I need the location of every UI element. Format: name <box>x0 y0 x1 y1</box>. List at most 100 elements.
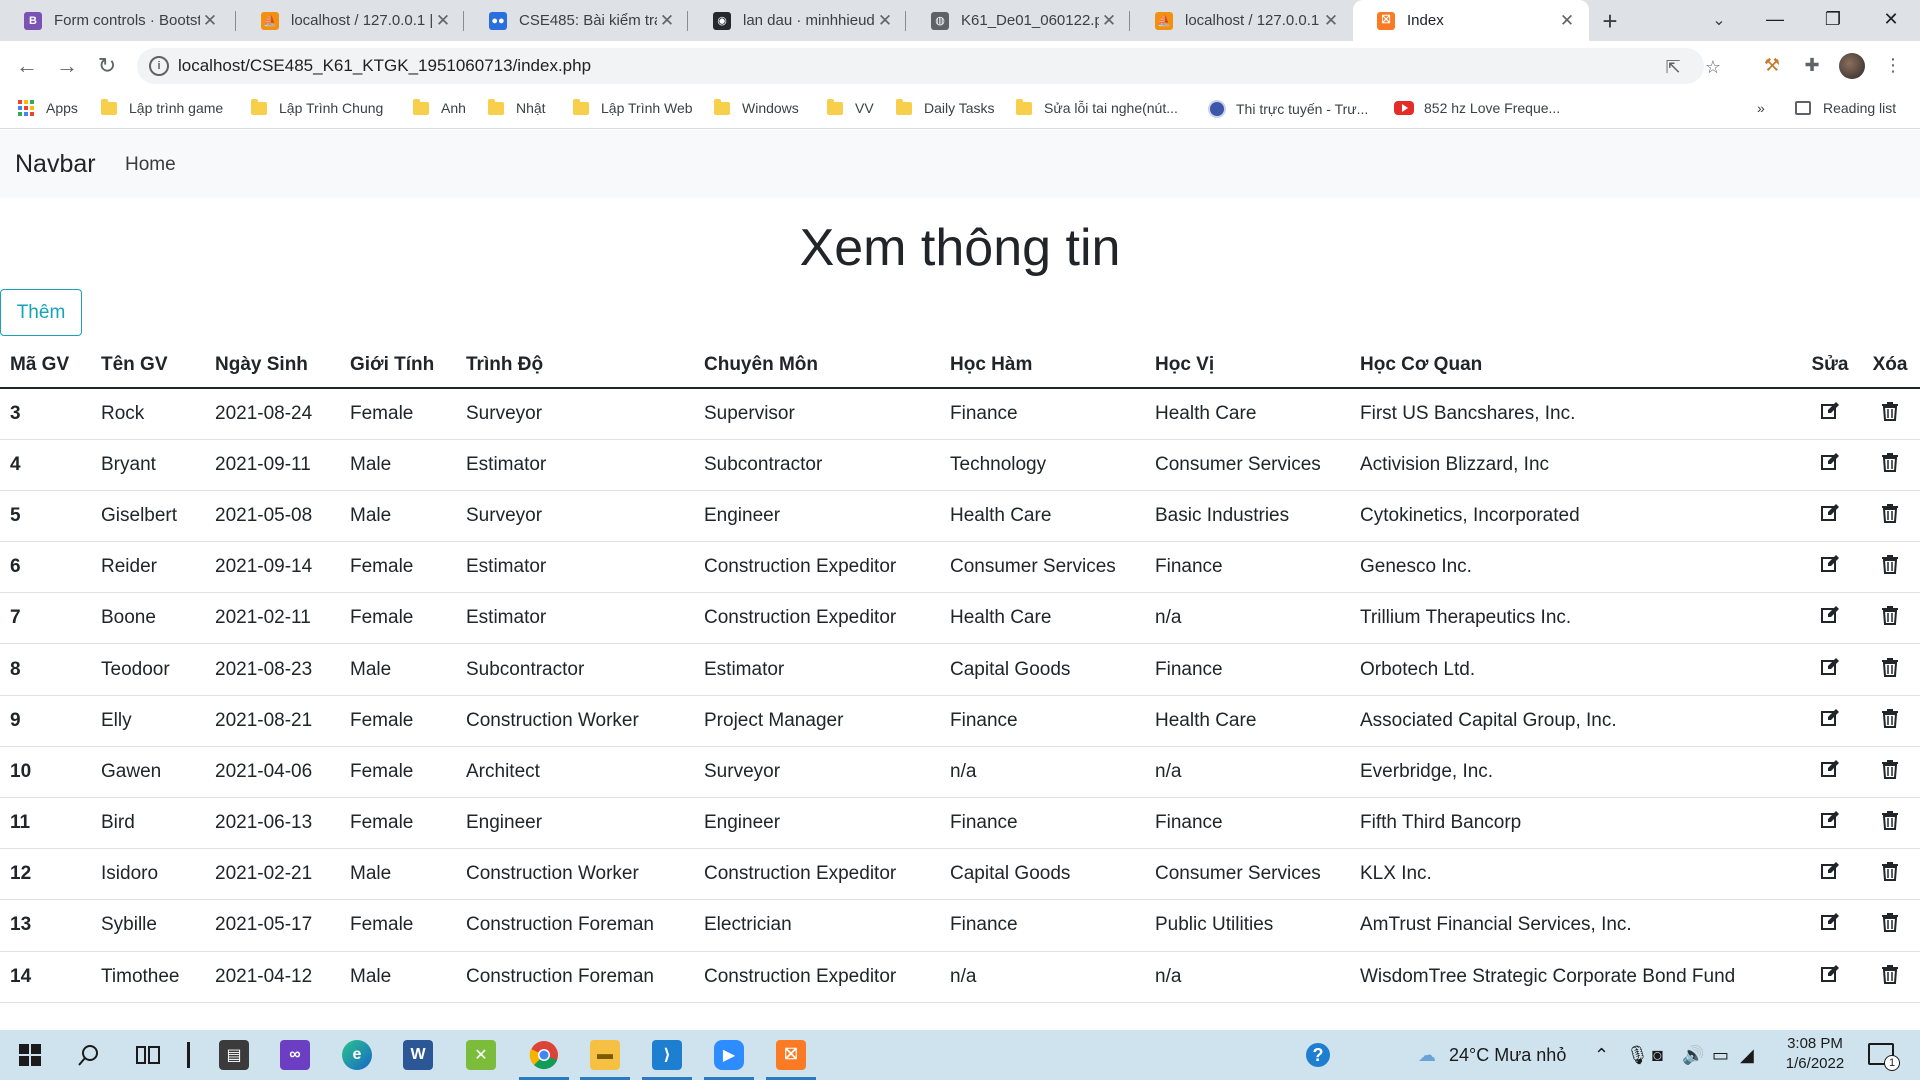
start-icon[interactable] <box>1 1030 59 1080</box>
profile-avatar[interactable] <box>1839 53 1865 79</box>
battery-icon[interactable]: ▭ <box>1712 1045 1729 1066</box>
table-cell: 13 <box>0 899 91 952</box>
bookmark-item[interactable]: Apps <box>18 100 78 116</box>
bookmark-item[interactable]: Windows <box>714 98 799 116</box>
table-cell: 2021-08-23 <box>205 643 340 696</box>
windows-taskbar: ▤ ∞ e W ✕ ▬ ⟩ ▶ ⛝ ? ☁ 24°C Mưa nhỏ ⌃ 🎙 ◙… <box>0 1030 1920 1080</box>
bookmark-item[interactable]: 852 hz Love Freque... <box>1394 100 1560 116</box>
help-icon[interactable]: ? <box>1306 1043 1330 1067</box>
xcode-icon[interactable]: ✕ <box>452 1030 510 1080</box>
edit-icon[interactable] <box>1820 452 1840 472</box>
file-explorer-icon[interactable]: ▬ <box>576 1030 634 1080</box>
zoom-icon[interactable]: ▶ <box>700 1030 758 1080</box>
word-icon[interactable]: W <box>389 1030 447 1080</box>
trash-icon[interactable] <box>1880 708 1900 728</box>
table-cell: Male <box>340 848 456 901</box>
trash-icon[interactable] <box>1880 759 1900 779</box>
trash-icon[interactable] <box>1880 657 1900 677</box>
trash-icon[interactable] <box>1880 452 1900 472</box>
notification-center-icon[interactable]: 1 <box>1868 1043 1900 1071</box>
tab-search-icon[interactable]: ⌄ <box>1704 6 1734 36</box>
edit-icon[interactable] <box>1820 708 1840 728</box>
bookmark-item[interactable]: VV <box>827 98 874 116</box>
reading-list-button[interactable]: Reading list <box>1795 100 1896 116</box>
edit-icon[interactable] <box>1820 964 1840 984</box>
site-info-icon[interactable]: i <box>149 56 169 76</box>
navbar-brand[interactable]: Navbar <box>15 150 96 179</box>
microphone-icon[interactable]: 🎙 <box>1626 1045 1649 1066</box>
nav-link-home[interactable]: Home <box>125 154 176 176</box>
trash-icon[interactable] <box>1880 503 1900 523</box>
browser-tab[interactable]: ⛝ Index ✕ <box>1353 0 1589 41</box>
browser-tab[interactable]: ⛵ localhost / 127.0.0.1 / phpMyAdmin✕ <box>1131 0 1353 41</box>
chrome-icon[interactable] <box>515 1030 573 1080</box>
edit-icon[interactable] <box>1820 810 1840 830</box>
maximize-icon[interactable]: ❐ <box>1804 0 1862 41</box>
close-tab-icon[interactable]: ✕ <box>433 11 453 31</box>
close-tab-icon[interactable]: ✕ <box>200 11 220 31</box>
trash-icon[interactable] <box>1880 401 1900 421</box>
edit-icon[interactable] <box>1820 605 1840 625</box>
tray-chevron-icon[interactable]: ⌃ <box>1594 1045 1609 1066</box>
close-tab-icon[interactable]: ✕ <box>657 11 677 31</box>
trash-icon[interactable] <box>1880 861 1900 882</box>
taskbar-clock[interactable]: 3:08 PM 1/6/2022 <box>1760 1034 1870 1074</box>
browser-tab[interactable]: B Form controls · Bootstrap✕ <box>0 0 232 41</box>
browser-tab[interactable]: ●● CSE485: Bài kiểm tra số✕ <box>465 0 689 41</box>
search-icon[interactable] <box>60 1030 118 1080</box>
bookmark-label: Lập trình game <box>129 100 224 116</box>
trash-icon[interactable] <box>1880 554 1900 575</box>
edit-icon[interactable] <box>1820 759 1840 779</box>
bookmark-item[interactable]: Daily Tasks <box>896 98 995 116</box>
xampp-icon[interactable]: ⛝ <box>762 1030 820 1080</box>
bookmark-item[interactable]: Sửa lỗi tai nghe(nút... <box>1016 98 1178 116</box>
browser-tab[interactable]: ◉ lan dau · minhhieudhtl✕ <box>689 0 907 41</box>
window-close-icon[interactable]: ✕ <box>1862 0 1920 41</box>
bookmark-star-icon[interactable]: ☆ <box>1700 54 1726 80</box>
bookmark-item[interactable]: Anh <box>413 98 466 116</box>
edge-icon[interactable]: e <box>328 1030 386 1080</box>
share-icon[interactable]: ⇱ <box>1660 54 1686 80</box>
edit-icon[interactable] <box>1820 554 1840 574</box>
browser-tab[interactable]: ⛵ localhost / 127.0.0.1 | phpMyAdmin✕ <box>237 0 465 41</box>
edit-icon[interactable] <box>1820 912 1840 932</box>
edit-icon[interactable] <box>1820 503 1840 523</box>
store-icon[interactable]: ▤ <box>205 1030 263 1080</box>
close-tab-icon[interactable]: ✕ <box>1099 11 1119 31</box>
browser-tab[interactable]: ◍ K61_De01_060122.pdf✕ <box>907 0 1131 41</box>
close-tab-icon[interactable]: ✕ <box>1321 11 1341 31</box>
bookmark-item[interactable]: Lập trình game <box>101 98 224 116</box>
camera-icon[interactable]: ◙ <box>1652 1045 1663 1066</box>
edit-icon[interactable] <box>1820 861 1840 881</box>
trash-icon[interactable] <box>1880 912 1900 933</box>
vscode-icon[interactable]: ⟩ <box>638 1030 696 1080</box>
weather-widget[interactable]: ☁ 24°C Mưa nhỏ <box>1418 1045 1566 1066</box>
task-view-icon[interactable] <box>119 1030 177 1080</box>
bookmark-item[interactable]: Lập Trình Web <box>573 98 693 116</box>
trash-icon[interactable] <box>1880 964 1900 984</box>
bookmark-item[interactable]: Lập Trình Chung <box>251 98 383 116</box>
address-url[interactable]: localhost/CSE485_K61_KTGK_1951060713/ind… <box>178 56 591 76</box>
wifi-icon[interactable]: ◢ <box>1740 1045 1754 1066</box>
volume-icon[interactable]: 🔊 <box>1682 1045 1704 1066</box>
bookmarks-overflow[interactable]: » <box>1757 100 1765 116</box>
add-button[interactable]: Thêm <box>0 289 82 336</box>
new-tab-icon[interactable]: + <box>1595 6 1625 36</box>
address-bar[interactable]: i localhost/CSE485_K61_KTGK_1951060713/i… <box>137 48 1721 84</box>
bookmark-item[interactable]: Thi trực tuyến - Trư... <box>1208 100 1368 118</box>
bookmark-item[interactable]: Nhật <box>488 98 546 116</box>
close-tab-icon[interactable]: ✕ <box>1557 11 1577 31</box>
edit-icon[interactable] <box>1820 657 1840 677</box>
minimize-icon[interactable]: — <box>1746 0 1804 41</box>
reload-icon[interactable]: ↻ <box>92 51 122 81</box>
trash-icon[interactable] <box>1880 605 1900 626</box>
trash-icon[interactable] <box>1880 810 1900 831</box>
extension-hammer-icon[interactable]: ⚒ <box>1757 50 1787 80</box>
menu-kebab-icon[interactable]: ⋮ <box>1878 50 1908 80</box>
close-tab-icon[interactable]: ✕ <box>875 11 895 31</box>
extensions-puzzle-icon[interactable]: ✚ <box>1797 50 1827 80</box>
back-icon[interactable]: ← <box>12 51 42 81</box>
visual-studio-icon[interactable]: ∞ <box>266 1030 324 1080</box>
forward-icon[interactable]: → <box>52 51 82 81</box>
edit-icon[interactable] <box>1820 401 1840 421</box>
